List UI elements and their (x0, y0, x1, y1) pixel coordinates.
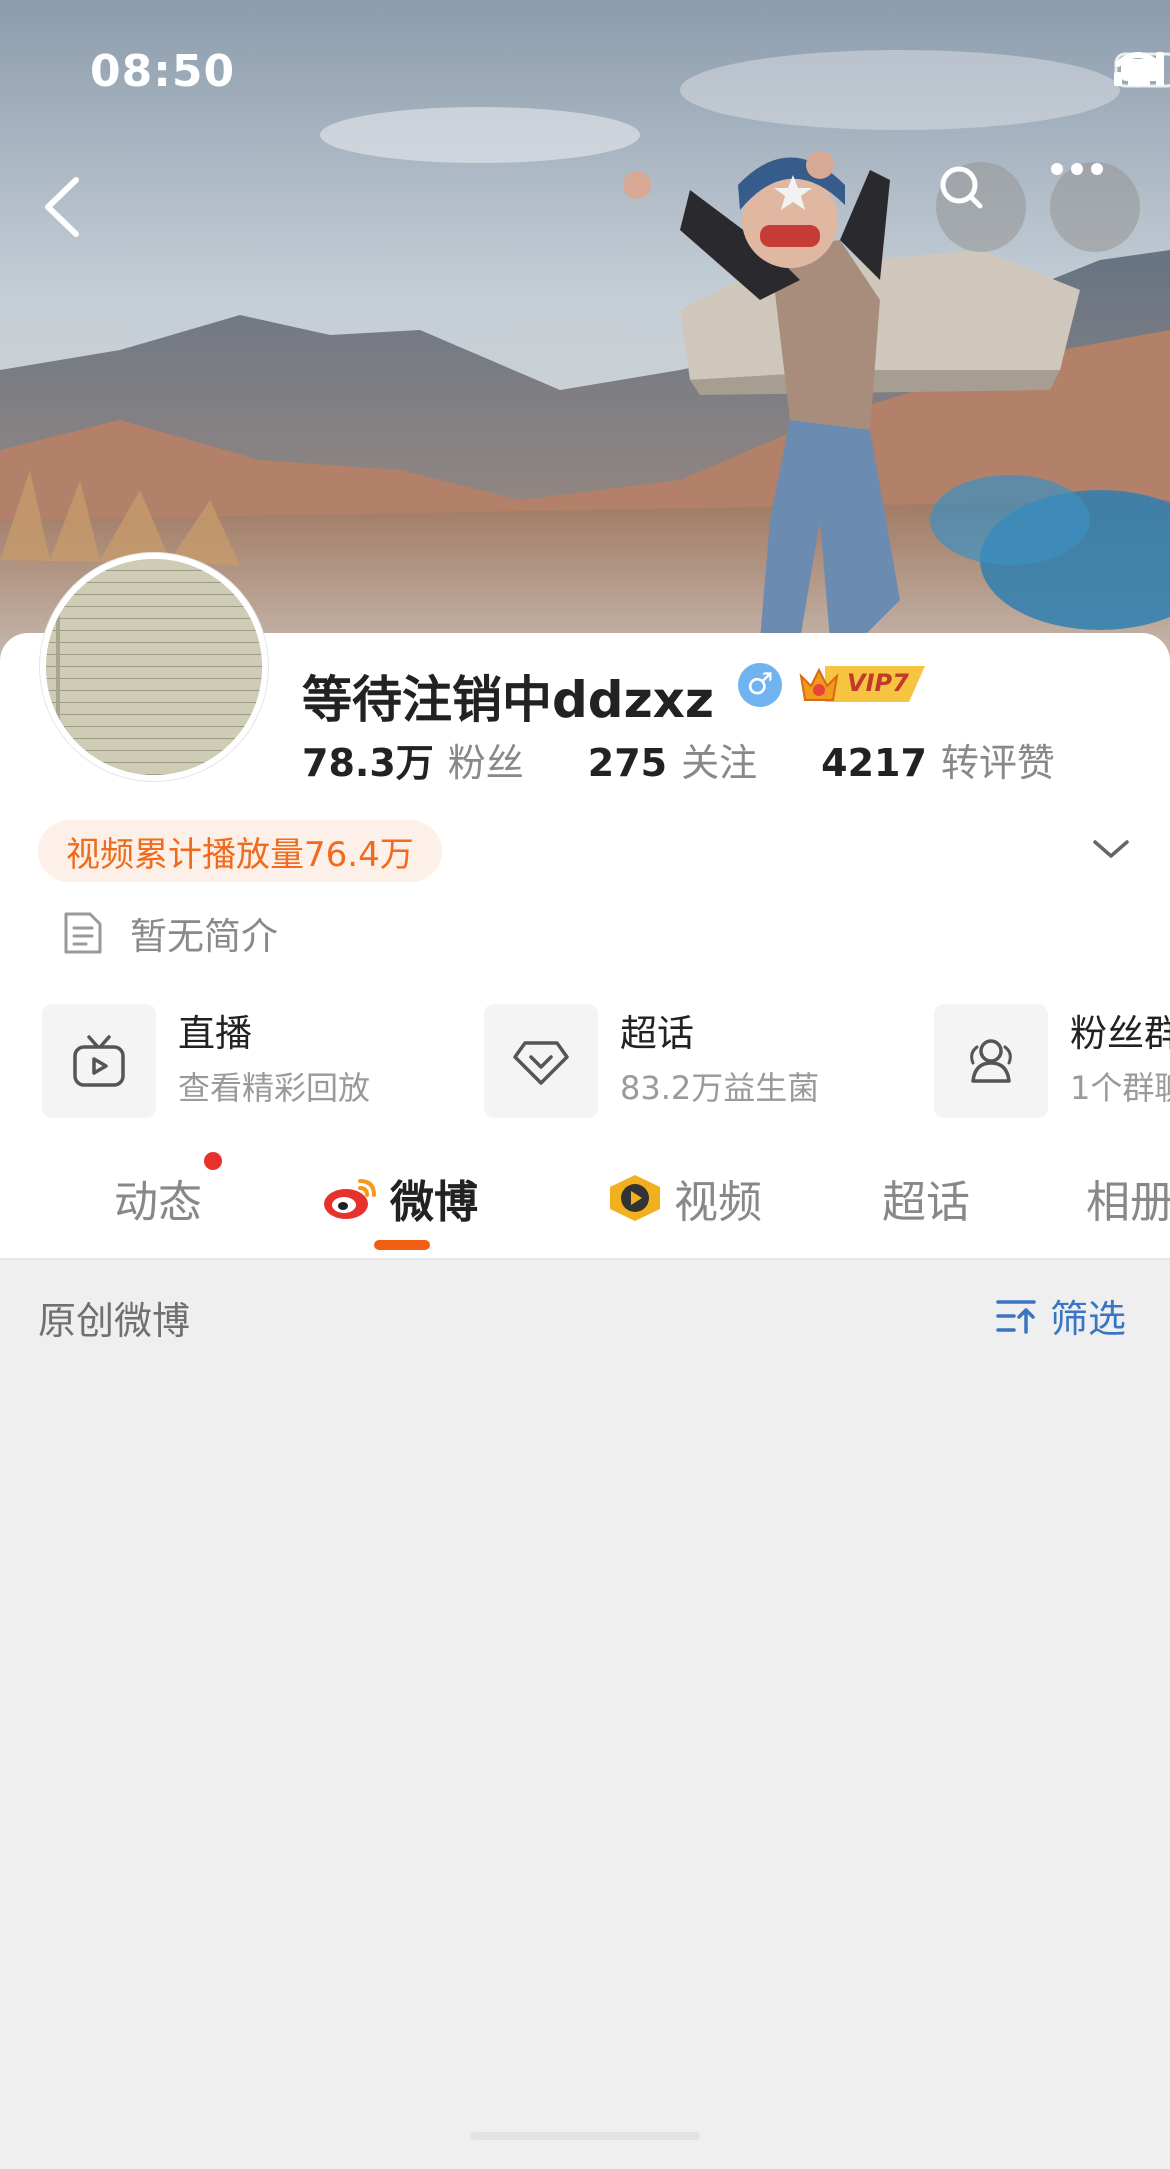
tab-video[interactable]: 视频 (606, 1166, 762, 1230)
document-icon (64, 912, 102, 954)
diamond-icon (513, 1041, 569, 1085)
search-button[interactable] (936, 162, 1026, 252)
tab-feed[interactable]: 动态 (114, 1166, 202, 1230)
active-tab-indicator (374, 1240, 430, 1250)
battery-icon (1114, 52, 1170, 88)
home-indicator (470, 2132, 700, 2140)
stats-row: 78.3万 粉丝 275 关注 4217 转评赞 (302, 732, 1119, 787)
video-badge-icon (610, 1175, 660, 1221)
avatar[interactable] (40, 553, 268, 781)
filter-icon (996, 1299, 1036, 1334)
avatar-image (46, 559, 262, 775)
bio-row: 暂无简介 (62, 906, 278, 960)
entry-fan-group[interactable]: 粉丝群 1个群聊 (934, 1004, 1170, 1118)
profile-tabs: 动态 微博 视频 超话 相册 (0, 1152, 1170, 1258)
stat-interactions[interactable]: 4217 转评赞 (821, 732, 1055, 787)
status-time: 08:50 (90, 46, 236, 97)
bio-text: 暂无简介 (130, 915, 278, 958)
tab-album[interactable]: 相册 (1086, 1166, 1170, 1230)
expand-button[interactable] (1092, 834, 1130, 864)
entry-supertopic[interactable]: 超话 83.2万益生菌 (484, 1004, 819, 1118)
people-icon (970, 1039, 1012, 1083)
search-icon (940, 166, 983, 209)
username: 等待注销中ddzxz (302, 671, 715, 729)
chevron-down-icon (1093, 840, 1129, 858)
filter-row: 原创微博 筛选 (0, 1260, 1170, 1370)
male-gender-icon: ♂ (738, 663, 782, 707)
weibo-logo-icon (324, 1179, 376, 1219)
filter-label: 原创微博 (38, 1299, 191, 1343)
stat-followers[interactable]: 78.3万 粉丝 (302, 732, 524, 787)
vip-badge[interactable]: VIP7 (797, 660, 929, 708)
tab-supertopic[interactable]: 超话 (882, 1166, 970, 1230)
more-button[interactable] (1050, 162, 1140, 252)
video-play-count-badge[interactable]: 视频累计播放量76.4万 (38, 820, 442, 882)
notification-dot (204, 1152, 222, 1170)
back-button[interactable] (28, 170, 98, 240)
filter-button[interactable]: 筛选 (994, 1288, 1126, 1343)
more-dots-icon (1051, 163, 1103, 175)
tv-play-icon (73, 1035, 125, 1087)
chevron-left-icon (45, 177, 79, 237)
entry-live[interactable]: 直播 查看精彩回放 (42, 1004, 370, 1118)
tab-weibo[interactable]: 微博 (322, 1166, 478, 1230)
stat-following[interactable]: 275 关注 (588, 732, 757, 787)
